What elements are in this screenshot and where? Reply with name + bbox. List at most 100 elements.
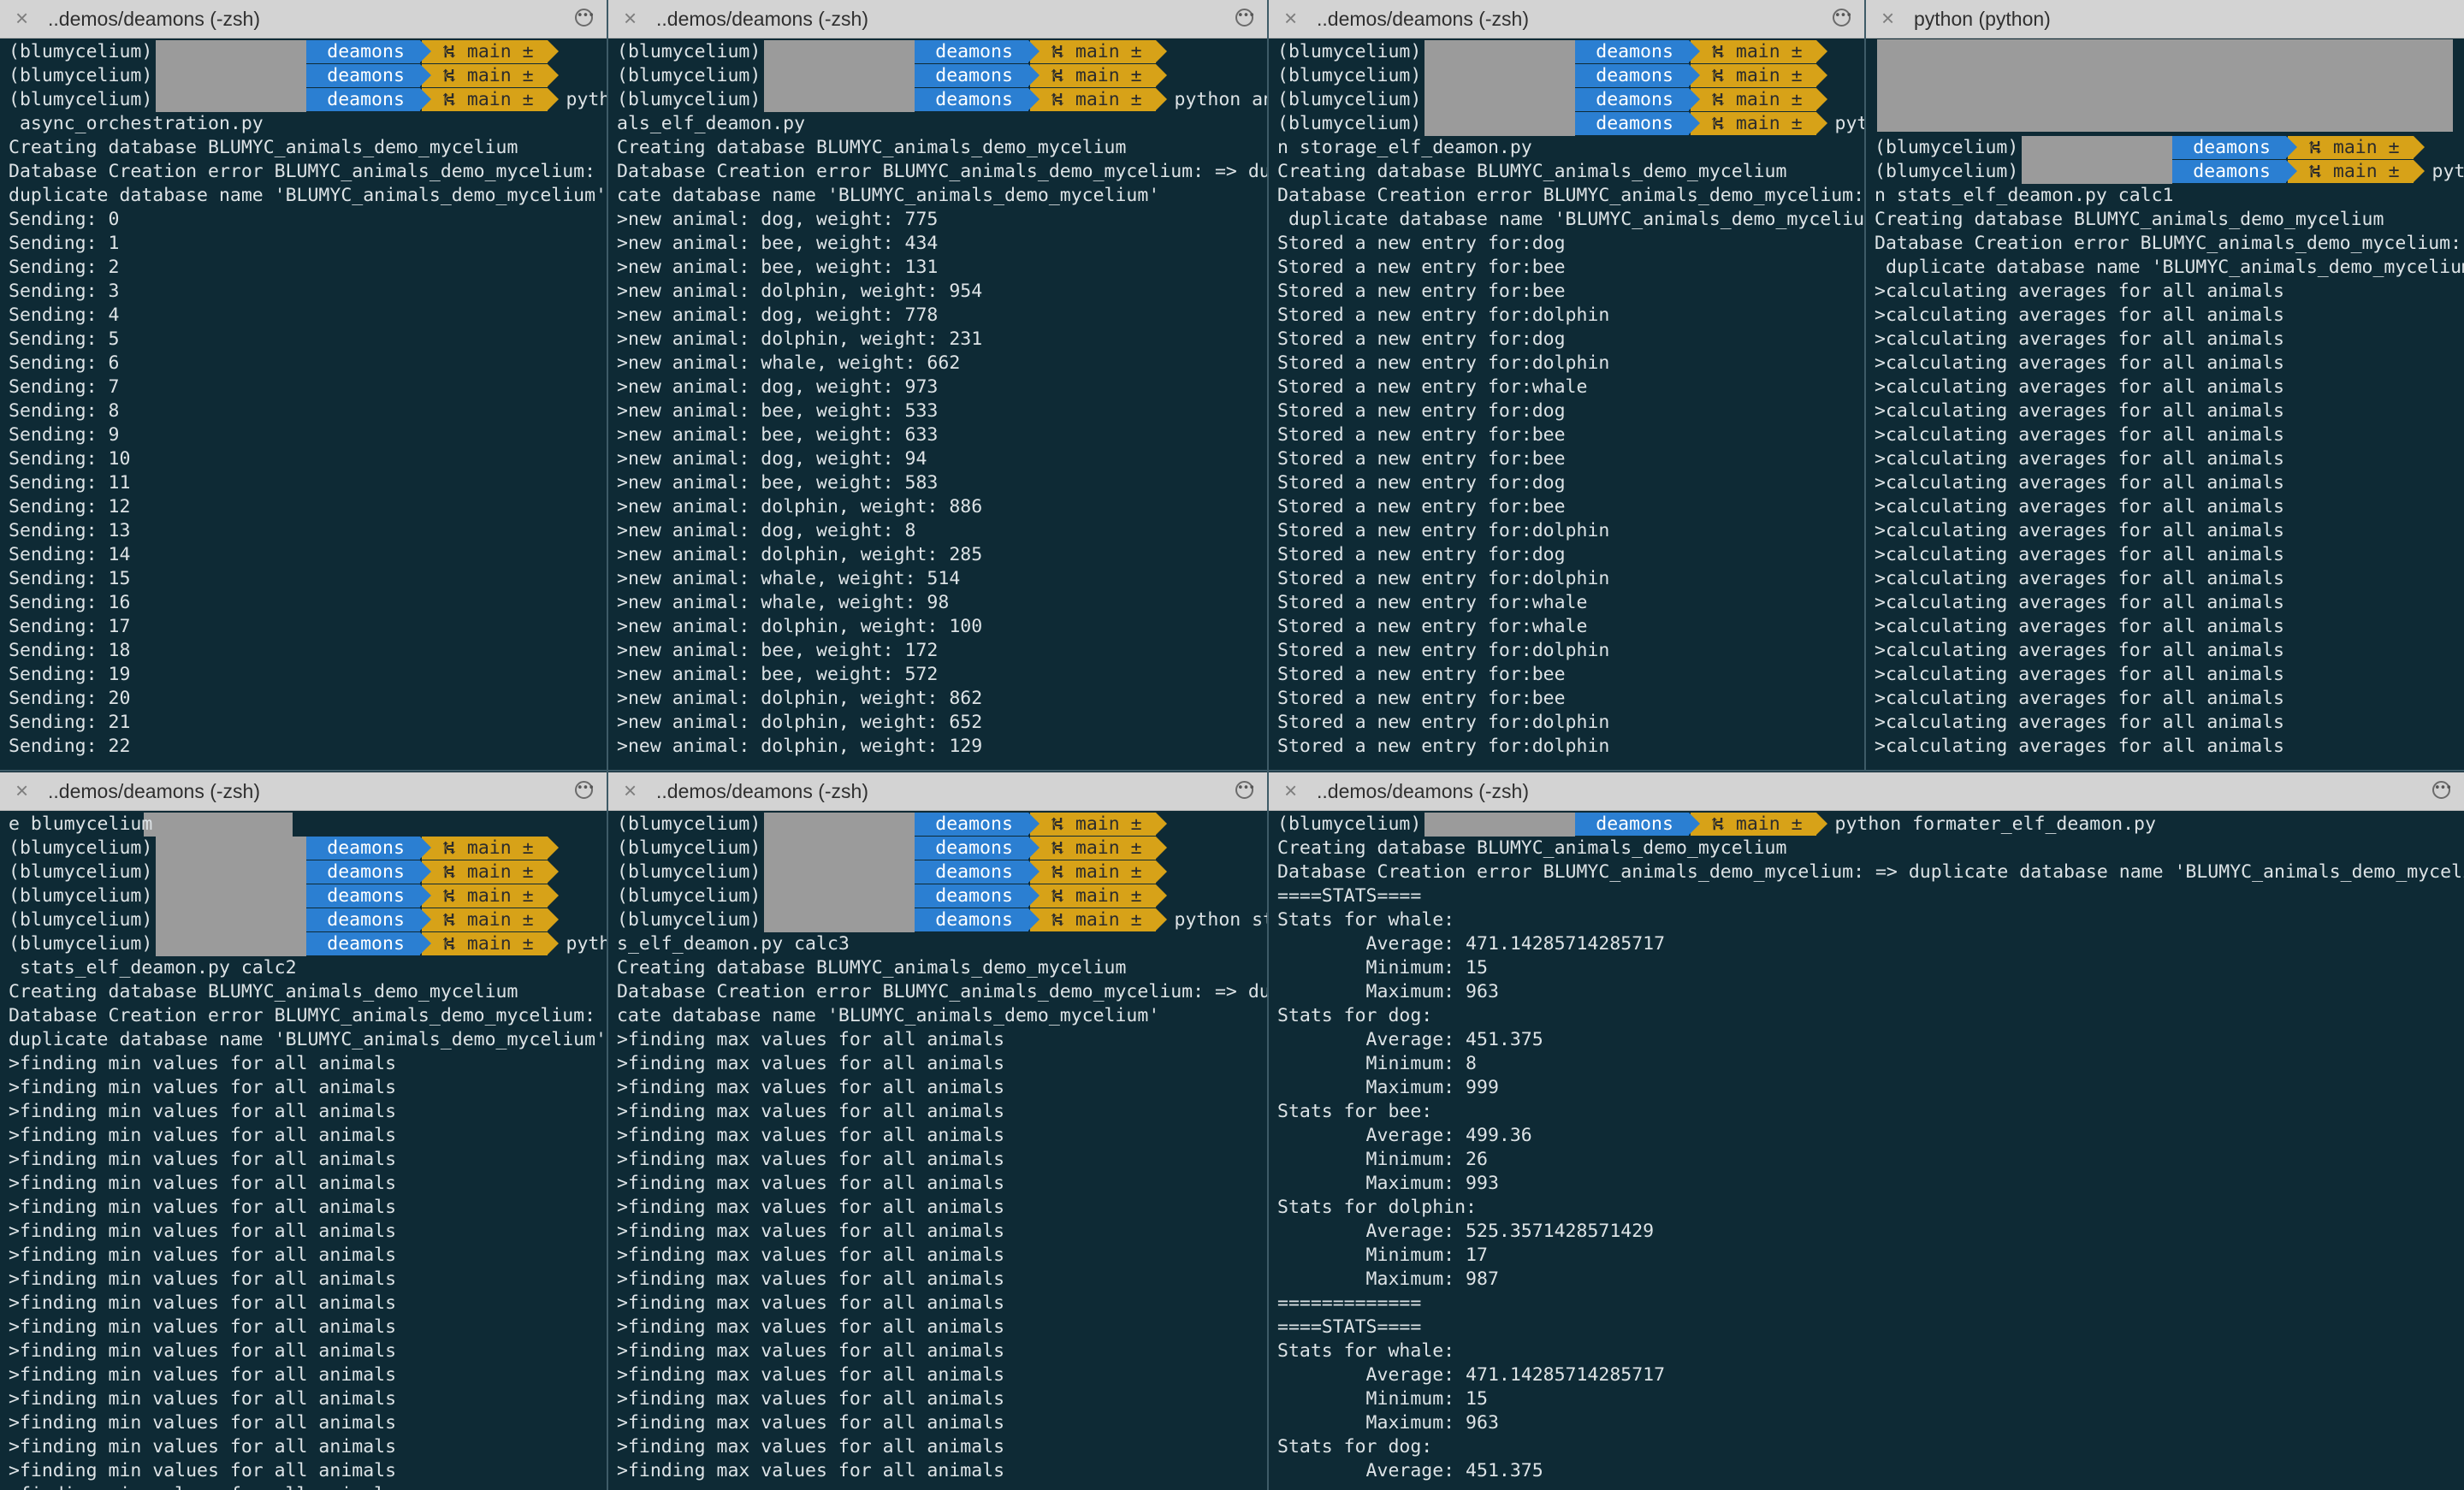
terminal-output[interactable]: (blumycelium) deamons ⛕ main ± (blumycelium…: [608, 40, 1267, 770]
terminal-output[interactable]: e blumycelium (blumycelium) deamons ⛕ main …: [0, 813, 607, 1490]
directory-segment: deamons: [915, 813, 1040, 836]
output-line: Sending: 18: [9, 640, 131, 661]
output-line: Sending: 5: [9, 328, 120, 350]
output-line: >new animal: bee, weight: 533: [617, 400, 939, 422]
output-line: Creating database BLUMYC_animals_demo_my…: [1277, 161, 1787, 182]
output-line: Sending: 7: [9, 376, 120, 398]
output-line: Database Creation error BLUMYC_animals_d…: [1277, 185, 1864, 206]
redacted-hostname: [156, 837, 307, 860]
command-text: python stat: [1174, 909, 1267, 931]
more-options-icon[interactable]: •••: [1833, 9, 1852, 27]
close-icon[interactable]: ×: [1881, 5, 1894, 31]
prompt-line: (blumycelium) deamons ⛕ main ±: [617, 837, 1267, 860]
git-branch-segment: ⛕ main ±: [1029, 908, 1167, 931]
close-icon[interactable]: ×: [15, 778, 28, 803]
pane-titlebar[interactable]: × ..demos/deamons (-zsh) •••: [608, 0, 1267, 38]
prompt-line: (blumycelium) deamons ⛕ main ±: [1277, 64, 1864, 88]
output-line: >calculating averages for all animals: [1875, 376, 2284, 398]
more-options-icon[interactable]: •••: [575, 9, 595, 27]
directory-segment: deamons: [1575, 813, 1700, 836]
pane-titlebar[interactable]: × python (python): [1866, 0, 2464, 38]
pane-divider[interactable]: [0, 770, 2464, 772]
redacted-hostname: [1424, 64, 1576, 88]
prompt-line: (blumycelium) deamons ⛕ main ± python forma…: [1277, 813, 2464, 837]
close-icon[interactable]: ×: [1284, 5, 1297, 31]
output-line: >calculating averages for all animals: [1875, 688, 2284, 709]
output-line: Stats for whale:: [1277, 1340, 1455, 1362]
git-branch-segment: ⛕ main ±: [421, 88, 559, 111]
terminal-pane-formatter-elf[interactable]: × ..demos/deamons (-zsh) ••• (blumyceliu…: [1269, 772, 2464, 1490]
output-line: Sending: 16: [9, 592, 131, 613]
pane-titlebar[interactable]: × ..demos/deamons (-zsh) •••: [1269, 772, 2464, 811]
output-line: Minimum: 15: [1277, 1388, 1488, 1410]
terminal-pane-stats-calc2[interactable]: × ..demos/deamons (-zsh) ••• e blumyceli…: [0, 772, 607, 1490]
pane-divider[interactable]: [1267, 0, 1269, 1490]
virtualenv-label: (blumycelium): [9, 65, 153, 86]
output-line: >finding max values for all animals: [617, 1245, 1005, 1266]
directory-segment: deamons: [306, 88, 431, 111]
output-line: Stored a new entry for:bee: [1277, 424, 1566, 446]
output-line: >finding max values for all animals: [617, 1221, 1005, 1242]
close-icon[interactable]: ×: [624, 778, 637, 803]
output-line: Stored a new entry for:dog: [1277, 233, 1566, 254]
output-line: Sending: 21: [9, 712, 131, 733]
more-options-icon[interactable]: •••: [575, 781, 595, 799]
pane-titlebar[interactable]: × ..demos/deamons (-zsh) •••: [0, 772, 607, 811]
output-line: Stats for dolphin:: [1277, 1197, 1477, 1218]
git-branch-segment: ⛕ main ±: [421, 884, 559, 908]
output-line: >finding min values for all animals: [9, 1173, 397, 1194]
output-line: >finding min values for all animals: [9, 1292, 397, 1314]
output-line: >new animal: whale, weight: 514: [617, 568, 961, 589]
pane-titlebar[interactable]: × ..demos/deamons (-zsh) •••: [1269, 0, 1864, 38]
terminal-output[interactable]: (blumycelium) deamons ⛕ main ± (blumycelium…: [1866, 40, 2464, 770]
terminal-pane-animals-elf[interactable]: × ..demos/deamons (-zsh) ••• (blumyceliu…: [608, 0, 1267, 770]
prompt-line: (blumycelium) deamons ⛕ main ±: [9, 908, 607, 932]
output-line: Database Creation error BLUMYC_animals_d…: [9, 161, 607, 182]
output-line: Creating database BLUMYC_animals_demo_my…: [1277, 837, 1787, 859]
terminal-pane-async-orchestration[interactable]: × ..demos/deamons (-zsh) ••• (blumyceliu…: [0, 0, 607, 770]
directory-segment: deamons: [1575, 40, 1700, 63]
output-line: >finding max values for all animals: [617, 1101, 1005, 1122]
terminal-pane-stats-calc1[interactable]: × python (python) (blumycelium) deamons ⛕ …: [1866, 0, 2464, 770]
terminal-output[interactable]: (blumycelium) deamons ⛕ main ± (blumycelium…: [608, 813, 1267, 1490]
pane-title: ..demos/deamons (-zsh): [1317, 8, 1529, 30]
output-line: Average: 451.375: [1277, 1029, 1543, 1050]
close-icon[interactable]: ×: [624, 5, 637, 31]
output-line: >new animal: dog, weight: 8: [617, 520, 916, 541]
close-icon[interactable]: ×: [1284, 778, 1297, 803]
virtualenv-label: (blumycelium): [617, 41, 761, 62]
terminal-pane-storage-elf[interactable]: × ..demos/deamons (-zsh) ••• (blumyceliu…: [1269, 0, 1864, 770]
output-line: Sending: 9: [9, 424, 120, 446]
output-line: >finding max values for all animals: [617, 1053, 1005, 1074]
git-branch-segment: ⛕ main ±: [421, 908, 559, 931]
output-line: Sending: 3: [9, 281, 120, 302]
terminal-output[interactable]: (blumycelium) deamons ⛕ main ± (blumycelium…: [0, 40, 607, 770]
git-branch-segment: ⛕ main ±: [1690, 40, 1827, 63]
output-line: >new animal: dolphin, weight: 886: [617, 496, 983, 517]
redacted-hostname: [156, 860, 307, 884]
command-text: python anim: [1174, 89, 1267, 110]
pane-titlebar[interactable]: × ..demos/deamons (-zsh) •••: [0, 0, 607, 38]
git-branch-segment: ⛕ main ±: [1029, 860, 1167, 884]
close-icon[interactable]: ×: [15, 5, 28, 31]
terminal-output[interactable]: (blumycelium) deamons ⛕ main ± (blumycelium…: [1269, 40, 1864, 770]
output-line: Average: 471.14285714285717: [1277, 933, 1666, 955]
virtualenv-label: (blumycelium): [617, 909, 761, 931]
output-line: >new animal: dolphin, weight: 100: [617, 616, 983, 637]
pane-titlebar[interactable]: × ..demos/deamons (-zsh) •••: [608, 772, 1267, 811]
terminal-output[interactable]: (blumycelium) deamons ⛕ main ± python forma…: [1269, 813, 2464, 1490]
more-options-icon[interactable]: •••: [1235, 9, 1255, 27]
redacted-hostname: [764, 40, 915, 64]
directory-segment: deamons: [1575, 112, 1700, 135]
output-line: Average: 525.3571428571429: [1277, 1221, 1655, 1242]
output-line: Stored a new entry for:dolphin: [1277, 520, 1610, 541]
more-options-icon[interactable]: •••: [2432, 781, 2452, 799]
prompt-line: (blumycelium)deamons⛕ main ±pytho: [1277, 112, 1864, 136]
output-line: stats_elf_deamon.py calc2: [9, 957, 297, 979]
pane-divider[interactable]: [1864, 0, 1866, 770]
terminal-pane-stats-calc3[interactable]: × ..demos/deamons (-zsh) ••• (blumyceliu…: [608, 772, 1267, 1490]
more-options-icon[interactable]: •••: [1235, 781, 1255, 799]
pane-divider[interactable]: [607, 0, 608, 1490]
